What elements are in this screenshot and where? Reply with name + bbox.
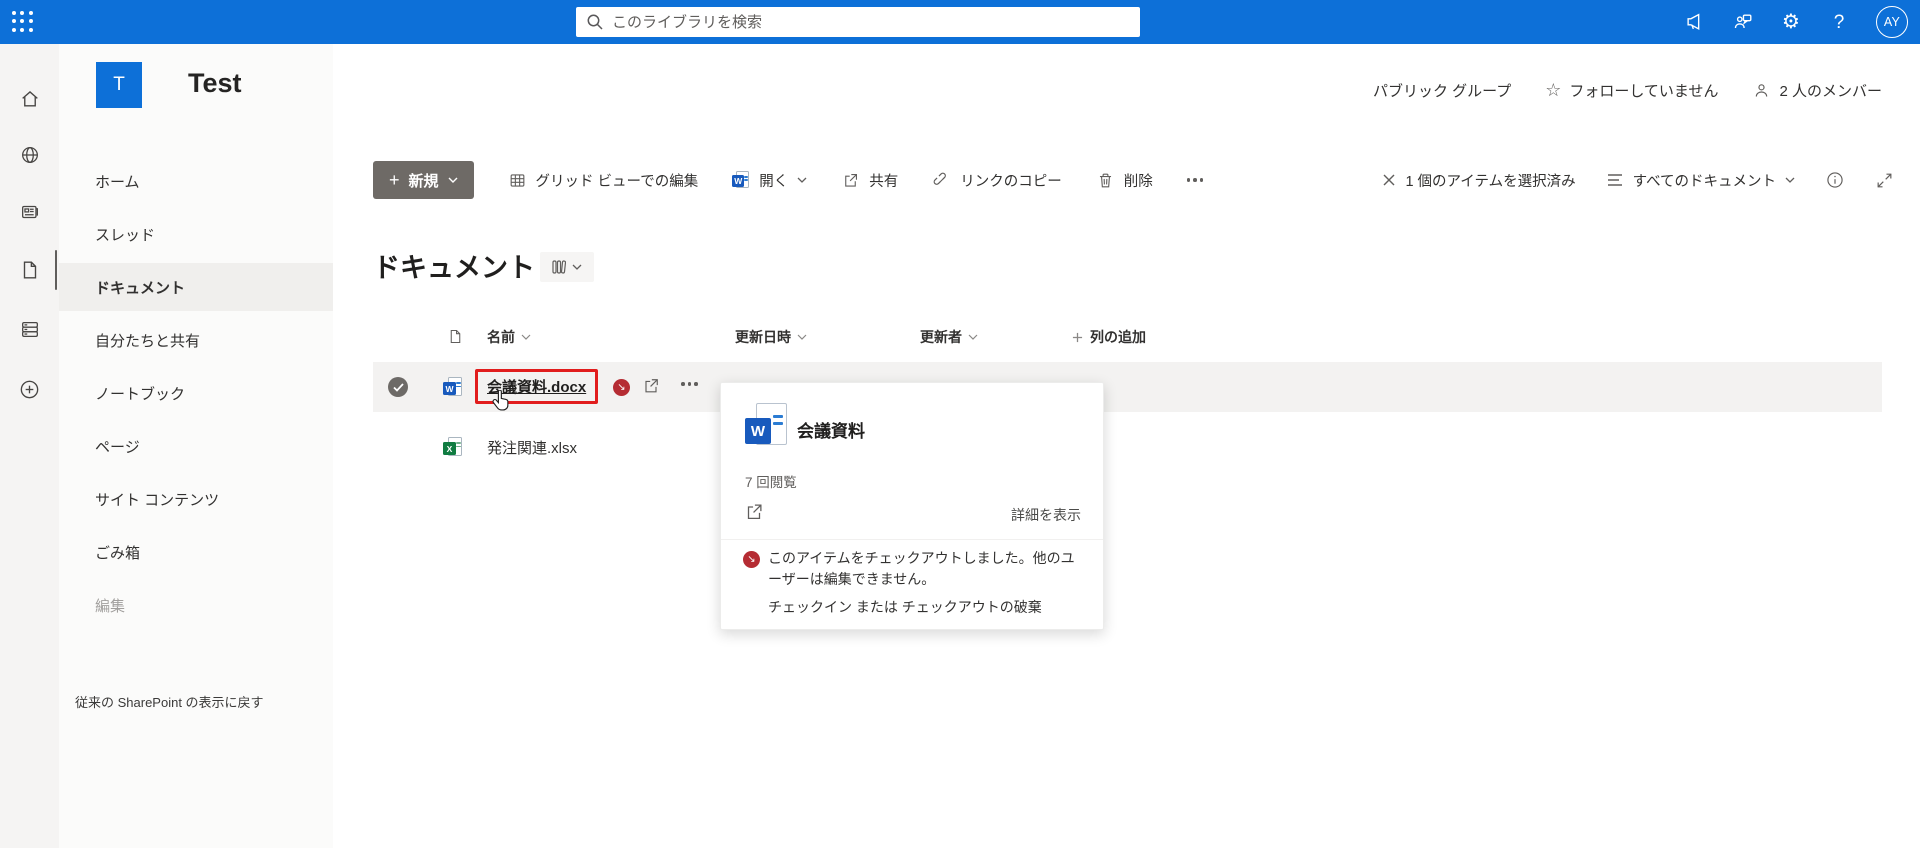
- open-button[interactable]: W 開く: [732, 170, 807, 191]
- link-icon: [933, 172, 947, 185]
- suite-bar-actions: ⚙ ? AY: [1684, 0, 1908, 44]
- word-file-icon: W: [732, 171, 750, 189]
- file-hover-card: W 会議資料 7 回閲覧 詳細を表示 ↘ このアイテムをチェックアウトしました。…: [720, 382, 1104, 630]
- expand-button[interactable]: [1875, 171, 1894, 190]
- add-column-button[interactable]: 列の追加: [1072, 327, 1146, 347]
- app-rail: [0, 44, 59, 848]
- settings-gear-icon[interactable]: ⚙: [1780, 11, 1802, 33]
- plus-icon: [1072, 332, 1083, 342]
- view-options-icon: [1607, 174, 1622, 186]
- divider: [721, 539, 1103, 540]
- clear-selection-button[interactable]: 1 個のアイテムを選択済み: [1382, 170, 1576, 191]
- nav-item-home[interactable]: ホーム: [59, 157, 333, 205]
- library-title: ドキュメント: [373, 253, 535, 283]
- command-bar-right: 1 個のアイテムを選択済み すべてのドキュメント: [1382, 160, 1894, 200]
- nav-item-pages[interactable]: ページ: [59, 422, 333, 470]
- feedback-icon[interactable]: [1732, 11, 1754, 33]
- expand-icon: [1877, 173, 1892, 187]
- table-row[interactable]: X 発注関連.xlsx: [373, 424, 1882, 470]
- site-header-meta: パブリック グループ ☆ フォローしていません 2 人のメンバー: [1373, 72, 1882, 108]
- person-icon: [1756, 83, 1768, 96]
- row-more-icon[interactable]: [681, 382, 698, 386]
- site-navigation: ホーム スレッド ドキュメント 自分たちと共有 ノートブック ページ サイト コ…: [59, 44, 333, 848]
- nav-item-recycle-bin[interactable]: ごみ箱: [59, 528, 333, 576]
- word-file-icon: W: [443, 377, 463, 397]
- trash-icon: [1099, 173, 1111, 187]
- help-icon[interactable]: ?: [1828, 11, 1850, 33]
- new-button[interactable]: + 新規: [373, 161, 474, 199]
- edit-grid-view-button[interactable]: グリッド ビューでの編集: [508, 170, 698, 191]
- home-icon[interactable]: [0, 75, 59, 123]
- follow-button[interactable]: ☆ フォローしていません: [1545, 80, 1718, 101]
- view-count: 7 回閲覧: [745, 475, 797, 490]
- site-title[interactable]: Test: [188, 68, 242, 99]
- globe-icon[interactable]: [0, 131, 59, 179]
- excel-file-icon: X: [443, 437, 463, 457]
- grid-icon: [510, 173, 524, 187]
- file-type-column-icon[interactable]: [447, 327, 464, 346]
- nav-item-site-contents[interactable]: サイト コンテンツ: [59, 475, 333, 523]
- column-header-name[interactable]: 名前: [487, 327, 531, 347]
- documents-icon[interactable]: [0, 246, 59, 294]
- search-icon: [586, 13, 604, 31]
- classic-sharepoint-link[interactable]: 従来の SharePoint の表示に戻す: [75, 692, 264, 711]
- row-share-icon[interactable]: [641, 376, 661, 396]
- checked-out-icon: ↘: [743, 551, 760, 568]
- copy-link-button[interactable]: リンクのコピー: [932, 170, 1062, 191]
- column-header-modified-by[interactable]: 更新者: [920, 327, 978, 347]
- delete-button[interactable]: 削除: [1096, 170, 1153, 191]
- card-share-icon[interactable]: [743, 501, 765, 523]
- checkout-message: このアイテムをチェックアウトしました。他のユーザーは編集できません。: [768, 550, 1075, 587]
- more-commands-button[interactable]: [1186, 178, 1204, 182]
- info-button[interactable]: [1825, 170, 1845, 190]
- checkin-discard-links[interactable]: チェックイン または チェックアウトの破棄: [768, 597, 1042, 617]
- account-avatar[interactable]: AY: [1876, 6, 1908, 38]
- column-settings-chip[interactable]: [540, 252, 594, 282]
- mouse-cursor-icon: [492, 390, 509, 411]
- word-file-icon-large: W: [745, 403, 789, 449]
- file-link[interactable]: 発注関連.xlsx: [487, 437, 577, 458]
- app-launcher-icon[interactable]: [12, 11, 34, 33]
- command-bar: + 新規 グリッド ビューでの編集 W 開く 共有 リンクのコピー 削除: [373, 160, 1204, 200]
- hover-card-title: 会議資料: [797, 422, 865, 441]
- plus-icon: +: [389, 169, 400, 190]
- column-header-modified[interactable]: 更新日時: [735, 327, 807, 347]
- nav-item-documents[interactable]: ドキュメント: [59, 263, 333, 311]
- checked-out-icon: ↘: [613, 379, 630, 396]
- table-row[interactable]: W 会議資料.docx ↘: [373, 362, 1882, 412]
- create-plus-icon[interactable]: [0, 365, 59, 413]
- rail-selection-indicator: [54, 250, 57, 290]
- members-button[interactable]: 2 人のメンバー: [1752, 80, 1882, 101]
- privacy-label: パブリック グループ: [1372, 82, 1512, 100]
- ellipsis-icon: [1186, 178, 1204, 182]
- search-box[interactable]: [576, 7, 1140, 37]
- star-icon: ☆: [1545, 80, 1562, 100]
- table-header: 名前 更新日時 更新者 列の追加: [0, 322, 1920, 356]
- info-icon: [1827, 172, 1843, 188]
- news-icon[interactable]: [0, 188, 59, 236]
- close-icon: [1383, 174, 1395, 186]
- row-selected-check-icon[interactable]: [388, 377, 408, 397]
- suite-bar: ⚙ ? AY: [0, 0, 1920, 44]
- share-icon: [845, 173, 858, 187]
- search-input[interactable]: [612, 13, 1130, 31]
- share-button[interactable]: 共有: [841, 170, 898, 191]
- show-details-link[interactable]: 詳細を表示: [1011, 505, 1081, 525]
- view-selector[interactable]: すべてのドキュメント: [1606, 170, 1795, 191]
- site-logo[interactable]: T: [96, 62, 142, 108]
- nav-item-threads[interactable]: スレッド: [59, 210, 333, 258]
- announcements-icon[interactable]: [1684, 11, 1706, 33]
- nav-item-notebook[interactable]: ノートブック: [59, 369, 333, 417]
- nav-item-edit[interactable]: 編集: [59, 581, 333, 629]
- columns-icon: [552, 260, 566, 274]
